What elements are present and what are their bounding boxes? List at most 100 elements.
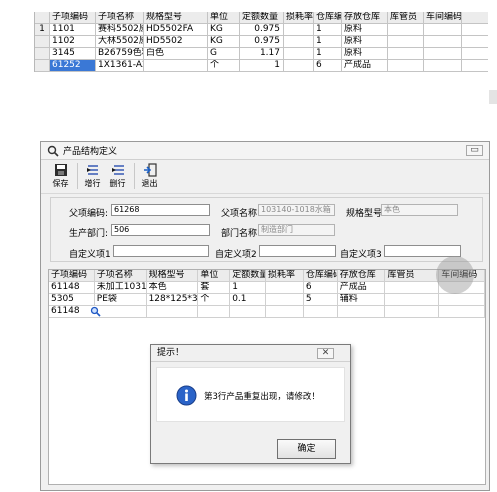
bg-table-row[interactable]: 612521X1361-A2-W4出水 个1 6产成品 (35, 60, 488, 72)
bg-table-cell[interactable]: 1 (314, 24, 342, 35)
bg-table-cell[interactable] (144, 60, 208, 71)
bg-table-cell[interactable]: 1 (314, 48, 342, 59)
grid-cell[interactable]: 产成品 (338, 282, 386, 293)
bg-column-header[interactable]: 仓库编码 (314, 12, 342, 23)
bg-table-cell[interactable]: 赛科5502原米 (96, 24, 144, 35)
grid-cell[interactable] (439, 294, 485, 305)
grid-edit-input[interactable]: 61148 (51, 306, 80, 317)
bg-table-cell[interactable] (388, 60, 424, 71)
grid-cell[interactable] (230, 306, 266, 317)
delete-row-button[interactable]: 删行 (106, 163, 129, 191)
scrollbar-stub[interactable] (489, 90, 497, 104)
bg-table-cell[interactable] (424, 48, 462, 59)
dialog-titlebar[interactable]: 产品结构定义 (41, 142, 489, 160)
bg-table-row[interactable]: 1102大林5502原米HD5502KG0.975 1原料 (35, 36, 488, 48)
grid-cell[interactable]: 个 (198, 294, 231, 305)
bg-table-cell[interactable]: 1 (314, 36, 342, 47)
bg-table-cell[interactable]: HD5502 (144, 36, 208, 47)
grid-cell[interactable]: 6 (304, 282, 338, 293)
bg-table-cell[interactable]: 6 (314, 60, 342, 71)
bg-table-cell[interactable] (284, 60, 314, 71)
grid-edit-row[interactable]: 61148 (49, 306, 485, 318)
grid-column-header[interactable]: 子项编码 (49, 270, 95, 281)
bg-column-header[interactable]: 车间编码 (424, 12, 462, 23)
bg-table-cell[interactable]: 原料 (342, 36, 388, 47)
grid-row[interactable]: 61148未加工103140本色套1 6产成品 (49, 282, 485, 294)
bg-table-cell[interactable] (284, 48, 314, 59)
bg-table-cell[interactable]: 1101 (50, 24, 96, 35)
bg-table-cell[interactable]: 1 (240, 60, 284, 71)
save-button[interactable]: 保存 (49, 163, 72, 191)
add-row-button[interactable]: 增行 (81, 163, 104, 191)
grid-cell[interactable]: 未加工103140 (95, 282, 147, 293)
bg-table-row[interactable]: 3145B26759色粉白色G1.17 1原料 (35, 48, 488, 60)
grid-row[interactable]: 5305PE袋128*125*3C个0.1 5辅料 (49, 294, 485, 306)
bg-column-header[interactable]: 单位 (208, 12, 240, 23)
bg-table-cell[interactable]: 3145 (50, 48, 96, 59)
grid-cell[interactable]: 本色 (147, 282, 199, 293)
custom1-input[interactable] (113, 245, 209, 257)
dialog-close-button[interactable]: ▭ (466, 145, 483, 156)
bg-table-cell[interactable]: 大林5502原米 (96, 36, 144, 47)
bg-column-header[interactable]: 子项名称 (96, 12, 144, 23)
bg-table-cell[interactable]: 1X1361-A2-W4出水 (96, 60, 144, 71)
grid-cell[interactable] (147, 306, 199, 317)
bg-column-header[interactable]: 损耗率 (284, 12, 314, 23)
grid-edit-cell[interactable]: 61148 (49, 306, 147, 317)
bg-table-cell[interactable] (388, 36, 424, 47)
bg-table-cell[interactable]: 个 (208, 60, 240, 71)
bg-table-cell[interactable]: 1102 (50, 36, 96, 47)
grid-cell[interactable]: 辅料 (338, 294, 386, 305)
grid-column-header[interactable]: 仓库编码 (304, 270, 338, 281)
custom2-input[interactable] (259, 245, 336, 257)
bg-table-cell[interactable]: 白色 (144, 48, 208, 59)
bg-table-cell[interactable] (424, 60, 462, 71)
bg-table-cell[interactable] (388, 48, 424, 59)
grid-column-header[interactable]: 库管员 (385, 270, 440, 281)
bg-table-cell[interactable]: 原料 (342, 48, 388, 59)
bg-table-cell[interactable]: 产成品 (342, 60, 388, 71)
bg-table-cell[interactable]: B26759色粉 (96, 48, 144, 59)
grid-cell[interactable] (304, 306, 338, 317)
prompt-close-button[interactable]: ✕ (317, 348, 334, 359)
grid-cell[interactable]: 1 (230, 282, 267, 293)
bg-column-header[interactable]: 规格型号 (144, 12, 208, 23)
grid-cell[interactable] (266, 282, 304, 293)
bg-table-cell[interactable]: KG (208, 24, 240, 35)
bg-table-cell[interactable]: 0.975 (240, 24, 284, 35)
grid-column-header[interactable]: 存放仓库 (338, 270, 386, 281)
bg-table-cell[interactable] (424, 24, 462, 35)
grid-cell[interactable] (198, 306, 231, 317)
dept-input[interactable]: 506 (111, 224, 210, 236)
bg-table-cell[interactable]: 原料 (342, 24, 388, 35)
grid-cell[interactable] (439, 306, 485, 317)
bg-table-cell[interactable] (284, 36, 314, 47)
grid-cell[interactable] (385, 294, 440, 305)
exit-button[interactable]: 退出 (138, 163, 161, 191)
grid-cell[interactable]: 128*125*3C (147, 294, 199, 305)
grid-cell[interactable]: 5 (304, 294, 338, 305)
grid-cell[interactable] (385, 282, 440, 293)
bg-table-row[interactable]: 11101赛科5502原米HD5502FAKG0.9751原料 (35, 24, 488, 36)
bg-table-cell[interactable] (388, 24, 424, 35)
bg-table-cell[interactable]: KG (208, 36, 240, 47)
grid-cell[interactable]: 套 (198, 282, 231, 293)
bg-column-header[interactable]: 子项编码 (50, 12, 96, 23)
bg-table-cell[interactable]: 61252 (50, 60, 96, 71)
grid-column-header[interactable]: 单位 (198, 270, 231, 281)
grid-cell[interactable] (266, 294, 304, 305)
bg-column-header[interactable]: 库管员 (388, 12, 424, 23)
bg-column-header[interactable]: 定额数量 (240, 12, 284, 23)
grid-cell[interactable]: 5305 (49, 294, 95, 305)
lookup-search-icon[interactable] (90, 306, 101, 317)
parent-code-input[interactable]: 61268 (111, 204, 210, 216)
bg-table-cell[interactable]: 0.975 (240, 36, 284, 47)
ok-button[interactable]: 确定 (277, 439, 336, 459)
bg-table-cell[interactable]: G (208, 48, 240, 59)
bg-table-cell[interactable] (424, 36, 462, 47)
grid-column-header[interactable]: 损耗率 (266, 270, 304, 281)
grid-cell[interactable] (266, 306, 304, 317)
grid-column-header[interactable]: 子项名称 (95, 270, 147, 281)
bg-column-header[interactable]: 存放仓库 (342, 12, 388, 23)
bg-table-cell[interactable] (284, 24, 314, 35)
